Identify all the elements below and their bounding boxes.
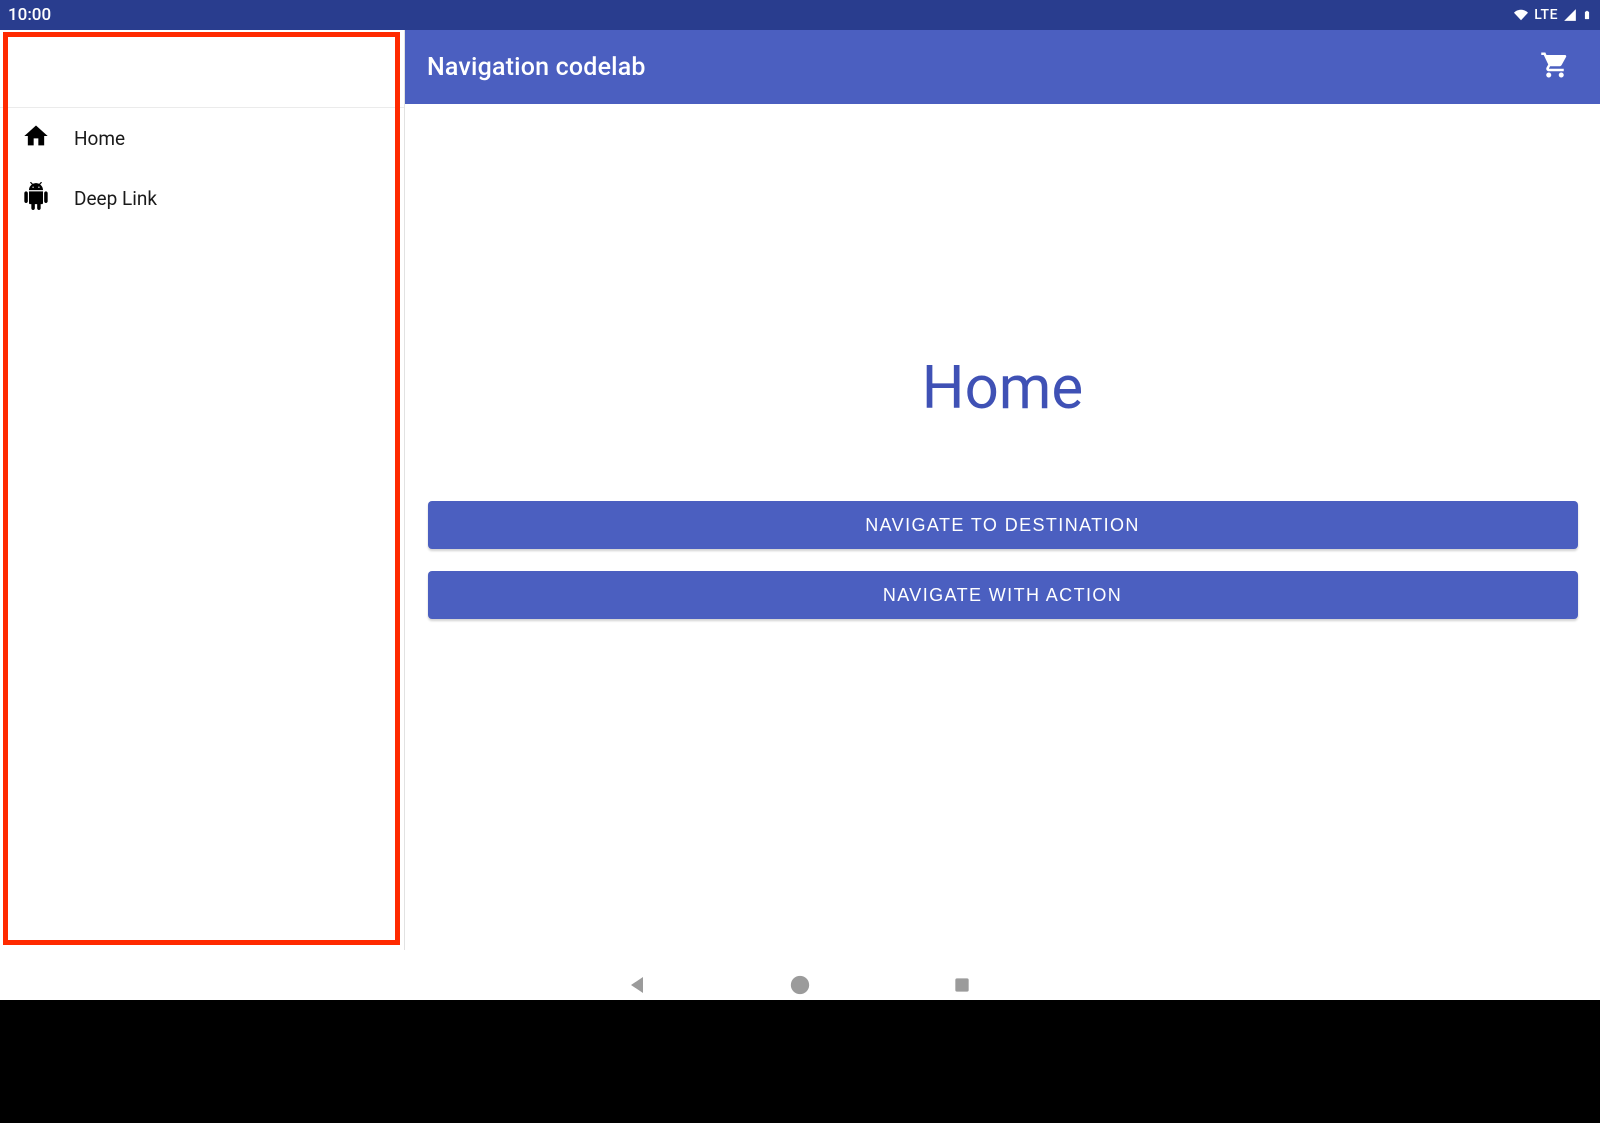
nav-recent-button[interactable] bbox=[946, 969, 978, 1001]
drawer-item-label: Home bbox=[74, 127, 125, 150]
drawer-item-home[interactable]: Home bbox=[0, 108, 404, 168]
back-icon bbox=[626, 973, 650, 997]
device-frame: 10:00 LTE Home bbox=[0, 0, 1600, 1000]
navigate-destination-button[interactable]: NAVIGATE TO DESTINATION bbox=[428, 501, 1578, 549]
page-content: Home NAVIGATE TO DESTINATION NAVIGATE WI… bbox=[405, 104, 1600, 950]
drawer-header bbox=[0, 30, 404, 108]
status-bar: 10:00 LTE bbox=[0, 0, 1600, 30]
letterbox-bottom bbox=[0, 1020, 1600, 1123]
cart-button[interactable] bbox=[1532, 42, 1578, 92]
wifi-icon bbox=[1512, 8, 1530, 22]
status-time: 10:00 bbox=[8, 5, 51, 25]
navigate-action-button[interactable]: NAVIGATE WITH ACTION bbox=[428, 571, 1578, 619]
nav-back-button[interactable] bbox=[622, 969, 654, 1001]
navigation-drawer-container: Home Deep Link bbox=[0, 30, 405, 950]
app-bar-title: Navigation codelab bbox=[427, 53, 646, 82]
system-nav-bar bbox=[0, 950, 1600, 1020]
app-bar: Navigation codelab bbox=[405, 30, 1600, 104]
page-title: Home bbox=[922, 352, 1083, 423]
network-label: LTE bbox=[1534, 7, 1558, 23]
android-icon bbox=[22, 182, 50, 215]
drawer-item-label: Deep Link bbox=[74, 187, 157, 210]
cell-signal-icon bbox=[1562, 8, 1578, 22]
app-main: Navigation codelab Home NAVIGATE TO DEST… bbox=[405, 30, 1600, 950]
square-icon bbox=[952, 975, 972, 995]
home-icon bbox=[22, 122, 50, 155]
navigation-drawer: Home Deep Link bbox=[0, 30, 405, 950]
circle-icon bbox=[789, 974, 811, 996]
app-frame: Home Deep Link Navigation codelab bbox=[0, 30, 1600, 950]
status-indicators: LTE bbox=[1512, 7, 1592, 23]
battery-icon bbox=[1582, 7, 1592, 23]
shopping-cart-icon bbox=[1540, 65, 1570, 84]
drawer-item-deep-link[interactable]: Deep Link bbox=[0, 168, 404, 228]
nav-home-button[interactable] bbox=[784, 969, 816, 1001]
